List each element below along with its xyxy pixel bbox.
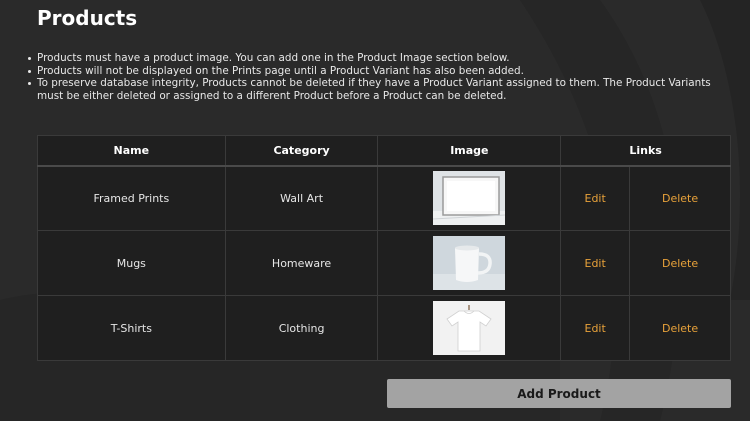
page-title: Products	[37, 6, 138, 30]
product-image-cell	[377, 230, 562, 296]
note-item: Products will not be displayed on the Pr…	[27, 65, 727, 78]
product-category: Homeware	[224, 230, 379, 296]
product-name: Framed Prints	[37, 165, 226, 231]
header-category: Category	[224, 135, 379, 167]
tshirt-image	[433, 301, 506, 355]
header-name: Name	[37, 135, 226, 167]
edit-cell: Edit	[560, 230, 631, 296]
table-row: T-Shirts Clothing Edit Delete	[37, 295, 731, 361]
edit-link[interactable]: Edit	[585, 257, 606, 270]
notes-list: Products must have a product image. You …	[27, 52, 727, 102]
product-image-cell	[377, 165, 562, 231]
products-table: Name Category Image Links Framed Prints …	[37, 135, 731, 361]
table-header-row: Name Category Image Links	[37, 135, 731, 167]
delete-cell: Delete	[629, 295, 731, 361]
delete-cell: Delete	[629, 165, 731, 231]
header-image: Image	[377, 135, 562, 167]
edit-cell: Edit	[560, 165, 631, 231]
note-item: To preserve database integrity, Products…	[27, 77, 727, 102]
delete-link[interactable]: Delete	[662, 257, 698, 270]
delete-cell: Delete	[629, 230, 731, 296]
note-item: Products must have a product image. You …	[27, 52, 727, 65]
edit-link[interactable]: Edit	[585, 322, 606, 335]
framed-print-image	[433, 171, 506, 226]
delete-link[interactable]: Delete	[662, 322, 698, 335]
delete-link[interactable]: Delete	[662, 192, 698, 205]
product-category: Wall Art	[224, 165, 379, 231]
product-category: Clothing	[224, 295, 379, 361]
table-row: Framed Prints Wall Art Edit Delete	[37, 165, 731, 231]
header-links: Links	[560, 135, 731, 167]
add-product-button[interactable]: Add Product	[387, 379, 731, 408]
product-name: T-Shirts	[37, 295, 226, 361]
product-name: Mugs	[37, 230, 226, 296]
edit-link[interactable]: Edit	[585, 192, 606, 205]
table-row: Mugs Homeware Edit Delete	[37, 230, 731, 296]
mug-image	[433, 236, 506, 290]
edit-cell: Edit	[560, 295, 631, 361]
product-image-cell	[377, 295, 562, 361]
